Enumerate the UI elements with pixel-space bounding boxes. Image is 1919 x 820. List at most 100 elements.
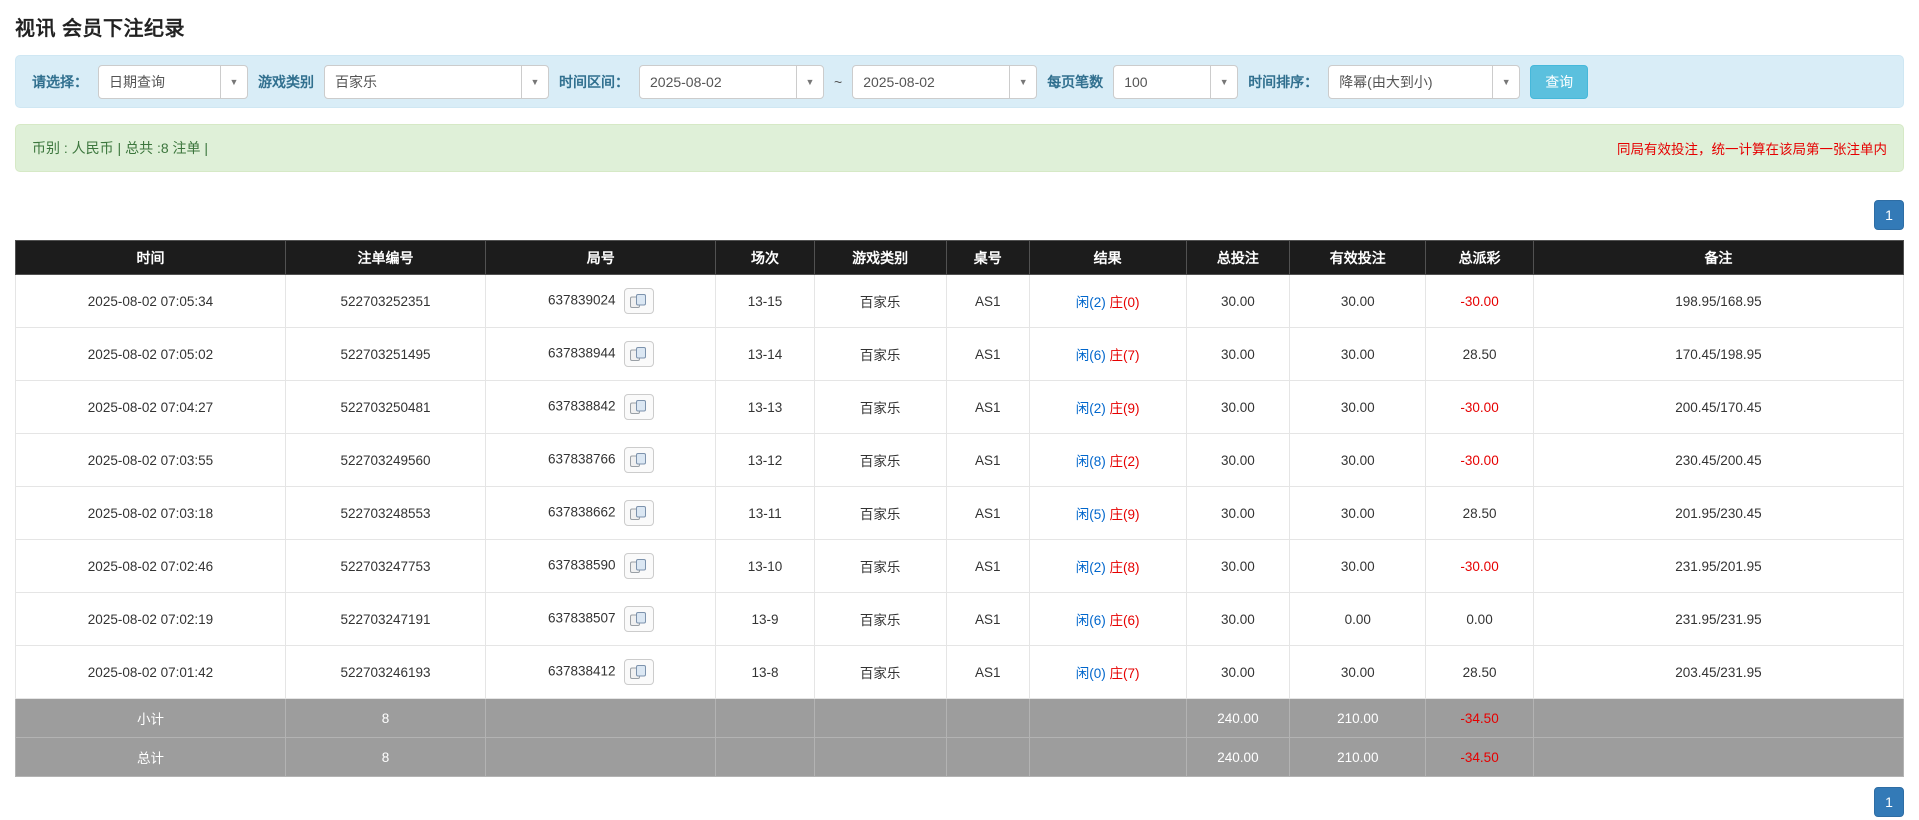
result-player: 闲(2) [1075,560,1106,575]
query-type-value: 日期查询 [109,73,165,90]
cell-valid-bet: 30.00 [1289,539,1427,593]
round-detail-button[interactable] [623,447,654,473]
page-title: 视讯 会员下注纪录 [15,18,186,40]
time-sort-select[interactable]: 降幂(由大到小) ▼ [1328,64,1521,99]
cell-table-number: AS1 [945,539,1030,593]
cell-payout: -30.00 [1425,380,1534,434]
table-header-row: 时间 注单编号 局号 场次 游戏类别 桌号 结果 总投注 有效投注 总派彩 备注 [15,240,1905,275]
cell-valid-bet: 30.00 [1289,327,1427,381]
round-detail-button[interactable] [623,606,654,632]
col-header-payout: 总派彩 [1425,240,1534,275]
cell-payout: 28.50 [1425,327,1534,381]
chevron-down-icon: ▼ [1009,65,1036,98]
cell-round-number: 637838766 [485,433,717,487]
result-banker: 庄(7) [1109,666,1140,681]
cell-payout: 0.00 [1425,592,1534,646]
date-from-value: 2025-08-02 [650,73,722,90]
cell-bet-number: 522703247753 [284,539,487,593]
subtotal-label: 小计 [15,698,286,738]
cell-game-category: 百家乐 [813,274,947,328]
subtotal-row: 小计 8 240.00 210.00 -34.50 [15,698,1905,738]
cell-bet-number: 522703246193 [284,645,487,699]
time-sort-value: 降幂(由大到小) [1339,73,1433,90]
cell-result: 闲(2) 庄(0) [1028,274,1187,328]
round-number: 637838944 [547,345,616,361]
summary-bar: 币别 : 人民币 | 总共 :8 注单 | 同局有效投注，统一计算在该局第一张注… [15,124,1904,172]
cell-round-number: 637838944 [485,327,717,381]
cell-round-number: 637839024 [485,274,717,328]
per-page-select[interactable]: 100 ▼ [1113,64,1239,99]
round-number: 637838590 [547,557,616,573]
result-player: 闲(6) [1075,348,1106,363]
table-row: 2025-08-02 07:04:27 522703250481 6378388… [15,380,1905,434]
total-bet-link[interactable]: 30.00 [1185,592,1291,646]
result-banker: 庄(9) [1109,401,1140,416]
cell-valid-bet: 30.00 [1289,645,1427,699]
cell-payout: 28.50 [1425,486,1534,540]
game-category-label: 游戏类别 [258,73,314,90]
total-bet-link[interactable]: 30.00 [1185,327,1291,381]
subtotal-valid-bet: 210.00 [1289,698,1427,738]
total-bet-link[interactable]: 30.00 [1185,645,1291,699]
cell-note: 198.95/168.95 [1532,274,1905,328]
cell-game-category: 百家乐 [813,486,947,540]
cell-bet-number: 522703248553 [284,486,487,540]
grand-total-valid-bet: 210.00 [1289,737,1427,777]
col-header-time: 时间 [15,240,286,275]
round-detail-button[interactable] [623,659,654,685]
cell-payout: -30.00 [1425,433,1534,487]
table-row: 2025-08-02 07:05:02 522703251495 6378389… [15,327,1905,381]
subtotal-total-bet: 240.00 [1185,698,1291,738]
page-1-button[interactable]: 1 [1874,200,1904,230]
cell-game-category: 百家乐 [813,327,947,381]
cards-icon [630,453,647,467]
page-1-button[interactable]: 1 [1874,787,1904,817]
search-button[interactable]: 查询 [1530,64,1589,99]
round-number: 637838507 [547,610,616,626]
chevron-down-icon: ▼ [1492,65,1519,98]
round-detail-button[interactable] [623,553,654,579]
cell-valid-bet: 30.00 [1289,486,1427,540]
table-row: 2025-08-02 07:03:18 522703248553 6378386… [15,486,1905,540]
cell-time: 2025-08-02 07:03:18 [15,486,286,540]
round-detail-button[interactable] [623,500,654,526]
table-row: 2025-08-02 07:03:55 522703249560 6378387… [15,433,1905,487]
cell-result: 闲(5) 庄(9) [1028,486,1187,540]
total-bet-link[interactable]: 30.00 [1185,539,1291,593]
grand-total-row: 总计 8 240.00 210.00 -34.50 [15,737,1905,777]
grand-total-total-bet: 240.00 [1185,737,1291,777]
result-banker: 庄(0) [1109,295,1140,310]
date-to-input[interactable]: 2025-08-02 ▼ [852,64,1038,99]
query-type-select[interactable]: 日期查询 ▼ [98,64,248,99]
cards-icon [630,400,647,414]
cell-time: 2025-08-02 07:02:19 [15,592,286,646]
cell-payout: -30.00 [1425,274,1534,328]
cell-bet-number: 522703251495 [284,327,487,381]
cell-round-number: 637838662 [485,486,717,540]
cards-icon [630,665,647,679]
total-bet-link[interactable]: 30.00 [1185,274,1291,328]
grand-total-count: 8 [284,737,487,777]
chevron-down-icon: ▼ [521,65,548,98]
pagination-top: 1 [15,200,1904,230]
cell-bet-number: 522703250481 [284,380,487,434]
game-category-select[interactable]: 百家乐 ▼ [324,64,549,99]
total-bet-link[interactable]: 30.00 [1185,433,1291,487]
round-detail-button[interactable] [623,341,654,367]
cell-game-category: 百家乐 [813,645,947,699]
date-from-input[interactable]: 2025-08-02 ▼ [639,64,824,99]
chevron-down-icon: ▼ [1210,65,1237,98]
per-page-label: 每页笔数 [1047,73,1104,90]
round-number: 637839024 [547,292,616,308]
cell-table-number: AS1 [945,380,1030,434]
total-bet-link[interactable]: 30.00 [1185,486,1291,540]
table-body: 2025-08-02 07:05:34 522703252351 6378390… [15,274,1905,699]
pagination-bottom: 1 [15,787,1904,817]
cell-result: 闲(2) 庄(9) [1028,380,1187,434]
cell-note: 203.45/231.95 [1532,645,1905,699]
total-bet-link[interactable]: 30.00 [1185,380,1291,434]
col-header-total-bet: 总投注 [1185,240,1291,275]
round-detail-button[interactable] [623,394,654,420]
table-row: 2025-08-02 07:02:46 522703247753 6378385… [15,539,1905,593]
round-detail-button[interactable] [623,288,654,314]
